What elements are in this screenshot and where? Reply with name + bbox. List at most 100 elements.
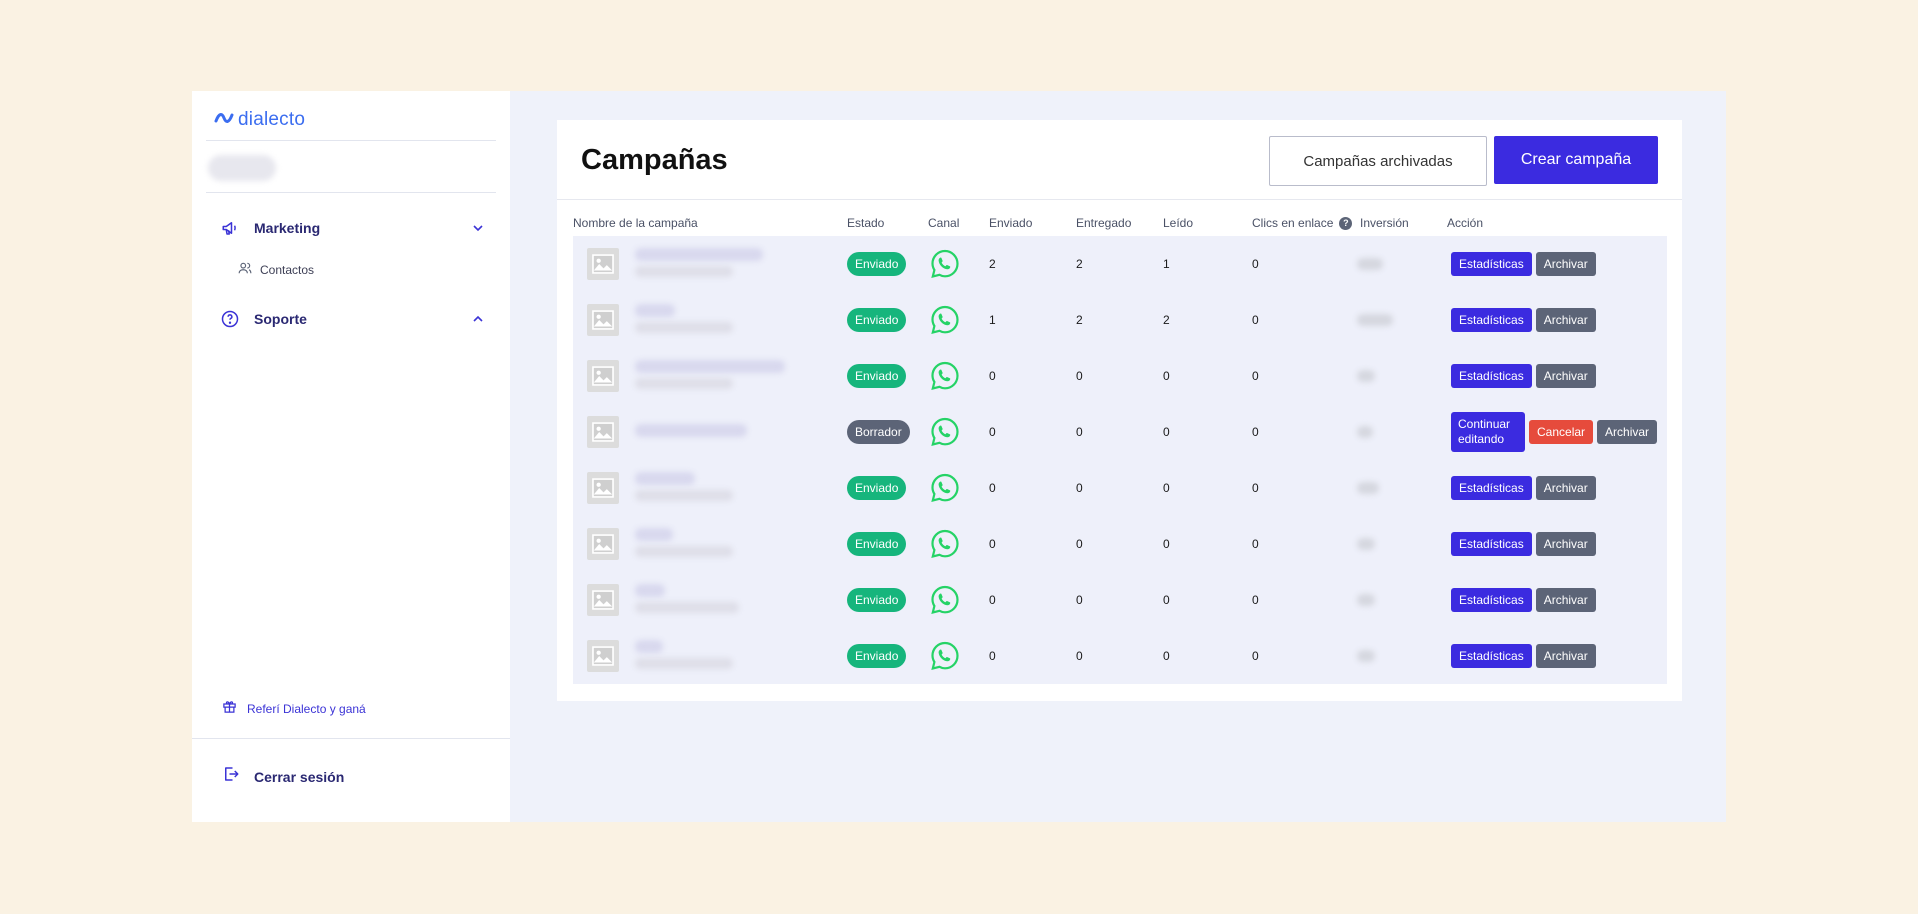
archived-campaigns-button[interactable]: Campañas archivadas bbox=[1269, 136, 1487, 186]
delivered-count: 2 bbox=[1076, 257, 1083, 271]
refer-link[interactable]: Referí Dialecto y ganá bbox=[222, 699, 366, 719]
chevron-up-icon[interactable] bbox=[472, 313, 484, 325]
table-row: Enviado 2 2 1 0 Estadísticas Archivar bbox=[573, 236, 1667, 292]
campaign-date bbox=[635, 546, 733, 557]
campaign-name[interactable] bbox=[635, 360, 785, 373]
investment-value bbox=[1357, 314, 1393, 326]
archive-button[interactable]: Archivar bbox=[1597, 420, 1658, 444]
table-row: Enviado 0 0 0 0 Estadísticas Archivar bbox=[573, 628, 1667, 684]
archive-button[interactable]: Archivar bbox=[1535, 476, 1596, 500]
campaign-name[interactable] bbox=[635, 640, 663, 653]
campaign-name[interactable] bbox=[635, 584, 665, 597]
continue-editing-button[interactable]: Continuar editando bbox=[1451, 412, 1525, 452]
whatsapp-icon bbox=[928, 527, 962, 561]
status-badge: Enviado bbox=[847, 252, 907, 276]
read-count: 0 bbox=[1163, 593, 1170, 607]
archive-button[interactable]: Archivar bbox=[1535, 532, 1596, 556]
stats-button[interactable]: Estadísticas bbox=[1451, 476, 1532, 500]
investment-value bbox=[1357, 538, 1375, 550]
clicks-count: 0 bbox=[1252, 425, 1259, 439]
chevron-down-icon[interactable] bbox=[472, 222, 484, 234]
image-placeholder-icon bbox=[587, 248, 619, 280]
column-header-investment: Inversión bbox=[1360, 216, 1409, 230]
divider bbox=[192, 738, 510, 739]
gift-icon bbox=[222, 699, 237, 719]
investment-value bbox=[1357, 258, 1383, 270]
read-count: 1 bbox=[1163, 257, 1170, 271]
sent-count: 0 bbox=[989, 425, 996, 439]
delivered-count: 0 bbox=[1076, 593, 1083, 607]
investment-value bbox=[1357, 370, 1375, 382]
sent-count: 0 bbox=[989, 537, 996, 551]
archive-button[interactable]: Archivar bbox=[1535, 644, 1596, 668]
nav-soporte[interactable]: Soporte bbox=[220, 306, 484, 332]
status-badge: Enviado bbox=[847, 588, 907, 612]
delivered-count: 0 bbox=[1076, 537, 1083, 551]
whatsapp-icon bbox=[928, 415, 962, 449]
megaphone-icon bbox=[220, 218, 240, 238]
column-header-sent: Enviado bbox=[989, 216, 1033, 230]
table-row: Borrador 0 0 0 0 Continuar editando Canc… bbox=[573, 404, 1667, 460]
column-header-channel: Canal bbox=[928, 216, 960, 230]
row-actions: Estadísticas Archivar bbox=[1451, 516, 1596, 572]
users-icon bbox=[238, 261, 252, 280]
column-header-clicks-label: Clics en enlace bbox=[1252, 216, 1334, 230]
stats-button[interactable]: Estadísticas bbox=[1451, 532, 1532, 556]
image-placeholder-icon bbox=[587, 584, 619, 616]
status-badge: Enviado bbox=[847, 644, 907, 668]
cancel-button[interactable]: Cancelar bbox=[1529, 420, 1594, 444]
archive-button[interactable]: Archivar bbox=[1535, 308, 1596, 332]
row-actions: Estadísticas Archivar bbox=[1451, 628, 1596, 684]
table-row: Enviado 0 0 0 0 Estadísticas Archivar bbox=[573, 572, 1667, 628]
archive-button[interactable]: Archivar bbox=[1535, 252, 1596, 276]
column-header-delivered: Entregado bbox=[1076, 216, 1132, 230]
logo-text: dialecto bbox=[238, 109, 306, 130]
stats-button[interactable]: Estadísticas bbox=[1451, 308, 1532, 332]
investment-value bbox=[1357, 594, 1375, 606]
delivered-count: 0 bbox=[1076, 369, 1083, 383]
nav-contactos-label: Contactos bbox=[260, 263, 315, 277]
nav-marketing[interactable]: Marketing bbox=[220, 215, 484, 241]
table-row: Enviado 1 2 2 0 Estadísticas Archivar bbox=[573, 292, 1667, 348]
delivered-count: 2 bbox=[1076, 313, 1083, 327]
campaign-name[interactable] bbox=[635, 472, 695, 485]
sent-count: 2 bbox=[989, 257, 996, 271]
stats-button[interactable]: Estadísticas bbox=[1451, 252, 1532, 276]
sent-count: 0 bbox=[989, 369, 996, 383]
campaign-name[interactable] bbox=[635, 528, 673, 541]
create-campaign-button[interactable]: Crear campaña bbox=[1494, 136, 1658, 184]
sent-count: 0 bbox=[989, 593, 996, 607]
delivered-count: 0 bbox=[1076, 425, 1083, 439]
clicks-count: 0 bbox=[1252, 593, 1259, 607]
column-header-read: Leído bbox=[1163, 216, 1194, 230]
campaign-name[interactable] bbox=[635, 304, 675, 317]
archive-button[interactable]: Archivar bbox=[1535, 588, 1596, 612]
archive-button[interactable]: Archivar bbox=[1535, 364, 1596, 388]
table-row: Enviado 0 0 0 0 Estadísticas Archivar bbox=[573, 460, 1667, 516]
image-placeholder-icon bbox=[587, 416, 619, 448]
sidebar: dialecto Marketing Contactos Soporte Ref… bbox=[192, 91, 510, 822]
stats-button[interactable]: Estadísticas bbox=[1451, 644, 1532, 668]
logout-button[interactable]: Cerrar sesión bbox=[222, 765, 344, 788]
logout-icon bbox=[222, 765, 240, 788]
read-count: 2 bbox=[1163, 313, 1170, 327]
read-count: 0 bbox=[1163, 425, 1170, 439]
campaign-date bbox=[635, 658, 733, 669]
status-badge: Enviado bbox=[847, 308, 907, 332]
nav-contactos[interactable]: Contactos bbox=[238, 261, 314, 279]
divider bbox=[206, 192, 496, 193]
logo[interactable]: dialecto bbox=[214, 105, 305, 135]
read-count: 0 bbox=[1163, 369, 1170, 383]
account-switcher[interactable] bbox=[208, 155, 276, 181]
divider bbox=[206, 140, 496, 141]
table-row: Enviado 0 0 0 0 Estadísticas Archivar bbox=[573, 348, 1667, 404]
help-icon[interactable]: ? bbox=[1339, 216, 1353, 230]
campaign-name[interactable] bbox=[635, 424, 747, 437]
campaign-name[interactable] bbox=[635, 248, 763, 261]
investment-value bbox=[1357, 426, 1373, 438]
help-circle-icon bbox=[220, 309, 240, 329]
clicks-count: 0 bbox=[1252, 369, 1259, 383]
stats-button[interactable]: Estadísticas bbox=[1451, 588, 1532, 612]
stats-button[interactable]: Estadísticas bbox=[1451, 364, 1532, 388]
clicks-count: 0 bbox=[1252, 649, 1259, 663]
